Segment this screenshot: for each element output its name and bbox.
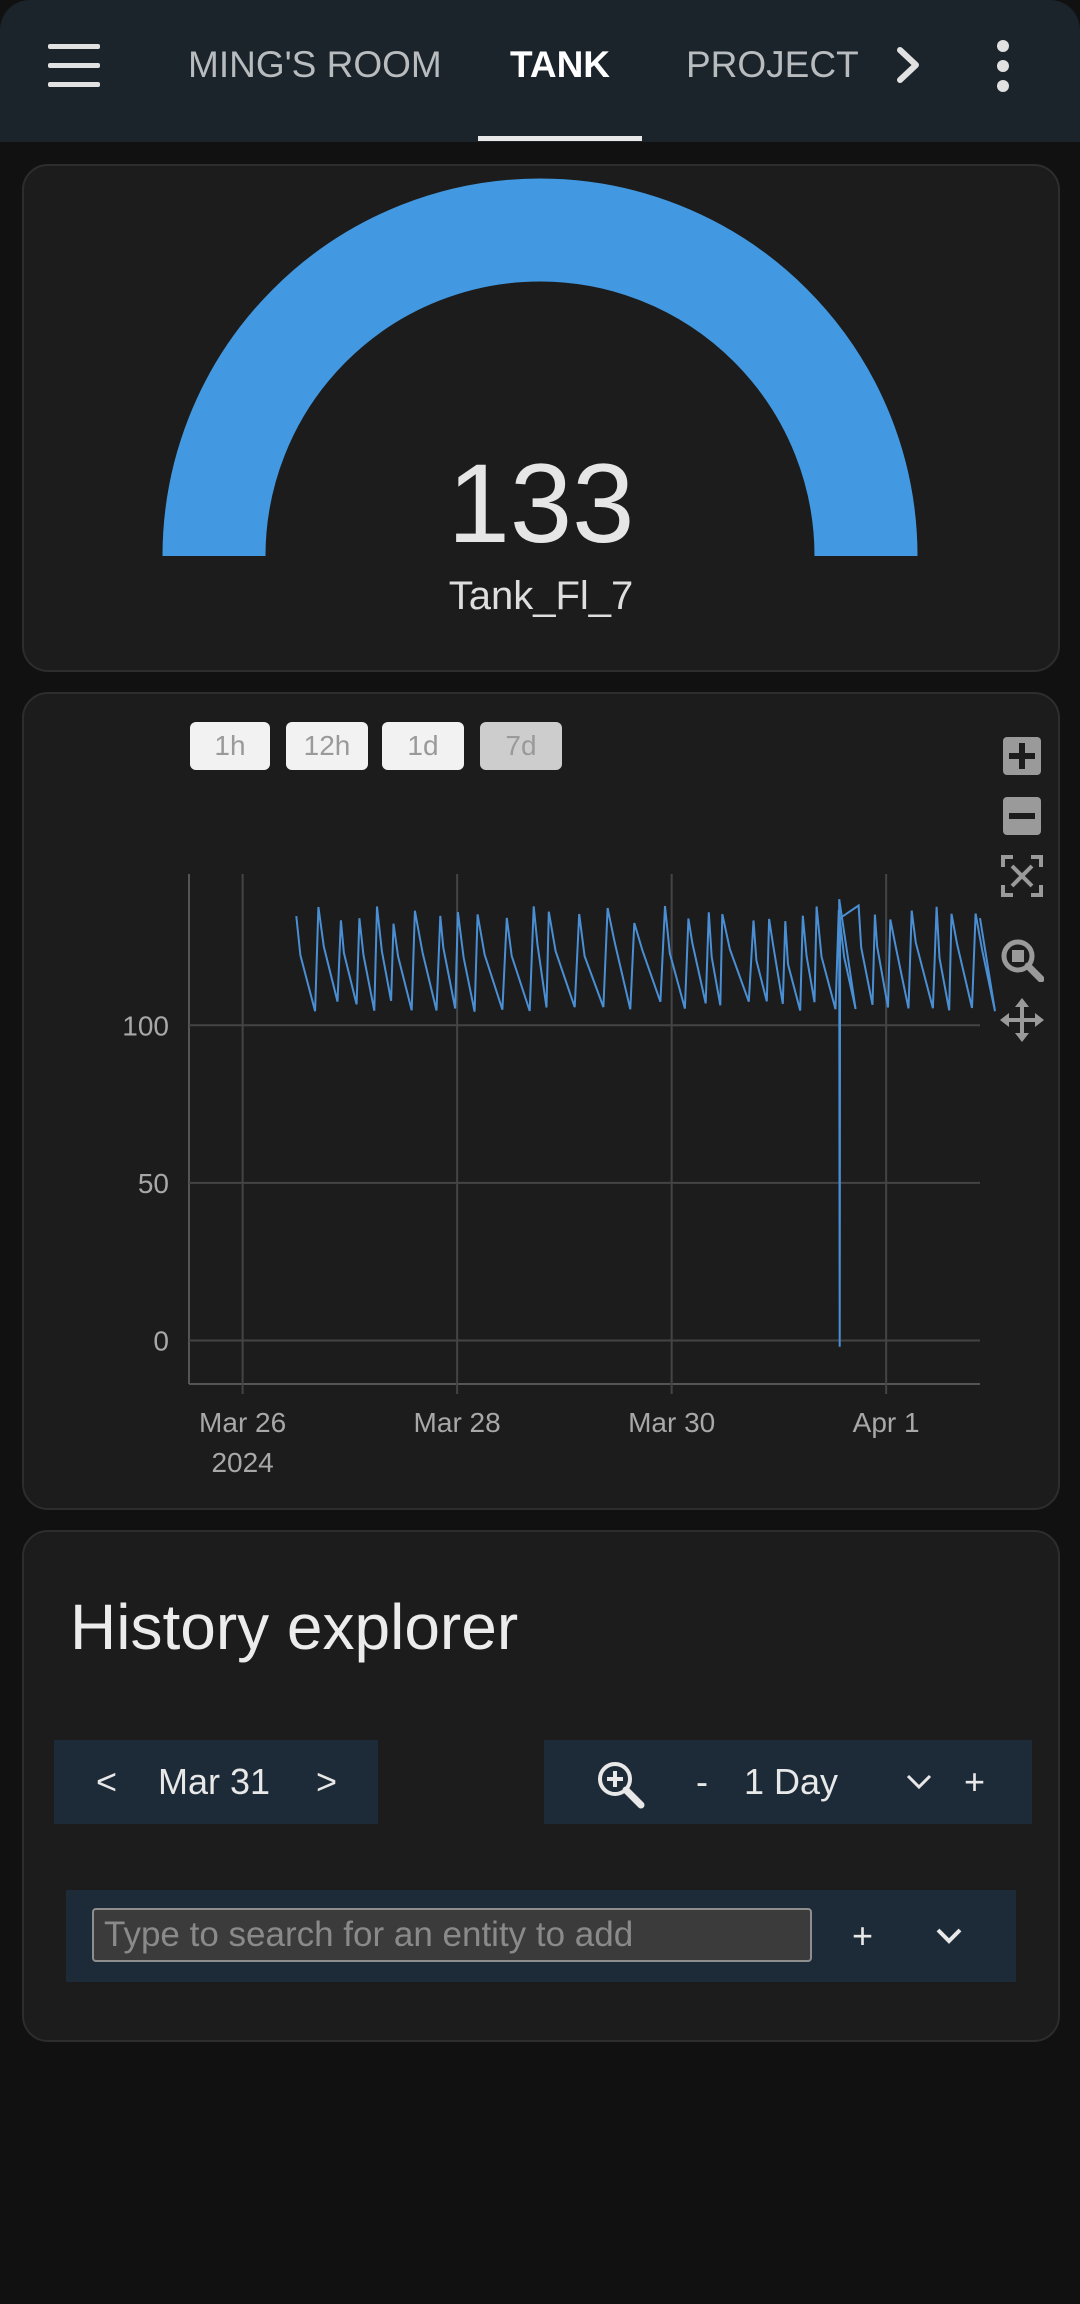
period-plus-button[interactable]: + [964,1740,985,1824]
y-tick-label: 100 [122,1010,169,1041]
entity-search-input[interactable] [92,1908,812,1962]
x-tick-label: Apr 1 [853,1407,920,1438]
x-tick-label: Mar 26 [199,1407,286,1438]
prev-date-button[interactable]: < [96,1740,117,1824]
y-tick-label: 0 [153,1325,169,1356]
hamburger-menu-icon[interactable] [48,44,102,88]
date-navigator: < Mar 31 > [54,1740,378,1824]
chevron-right-icon[interactable] [888,40,928,90]
period-minus-button[interactable]: - [696,1740,708,1824]
entity-search-bar: + [66,1890,1016,1982]
history-graph-card: 1h 12h 1d 7d 0 50 100 Mar 26 2024 Mar 28 Mar … [22,692,1060,1510]
chevron-down-icon[interactable] [904,1770,934,1794]
tab-project[interactable]: PROJECT [686,38,859,98]
period-label[interactable]: 1 Day [744,1740,838,1824]
x-tick-label: Mar 30 [628,1407,715,1438]
tab-mings-room[interactable]: MING'S ROOM [188,38,442,98]
period-selector: - 1 Day + [544,1740,1032,1824]
y-tick-label: 50 [138,1168,169,1199]
tab-tank[interactable]: TANK [510,38,610,98]
next-date-button[interactable]: > [316,1740,337,1824]
gauge-card[interactable]: 133 Tank_Fl_7 [22,164,1060,672]
app-header: MING'S ROOM TANK PROJECT [0,0,1080,142]
vertical-dots-icon[interactable] [986,38,1020,94]
zoom-in-icon[interactable] [594,1758,646,1810]
history-line-chart[interactable]: 0 50 100 Mar 26 2024 Mar 28 Mar 30 Apr 1 [24,694,1058,1508]
gauge-value: 133 [447,441,635,566]
current-date[interactable]: Mar 31 [158,1740,270,1824]
explorer-title: History explorer [70,1591,519,1663]
history-explorer-card: History explorer < Mar 31 > - 1 Day + + [22,1530,1060,2042]
x-tick-year-label: 2024 [211,1447,273,1478]
add-entity-button[interactable]: + [852,1890,873,1982]
chevron-down-icon[interactable] [934,1924,964,1948]
x-tick-label: Mar 28 [414,1407,501,1438]
series-line-tank-fl-7 [295,899,996,1347]
active-tab-indicator [478,136,642,141]
gauge-entity-name: Tank_Fl_7 [448,574,634,618]
